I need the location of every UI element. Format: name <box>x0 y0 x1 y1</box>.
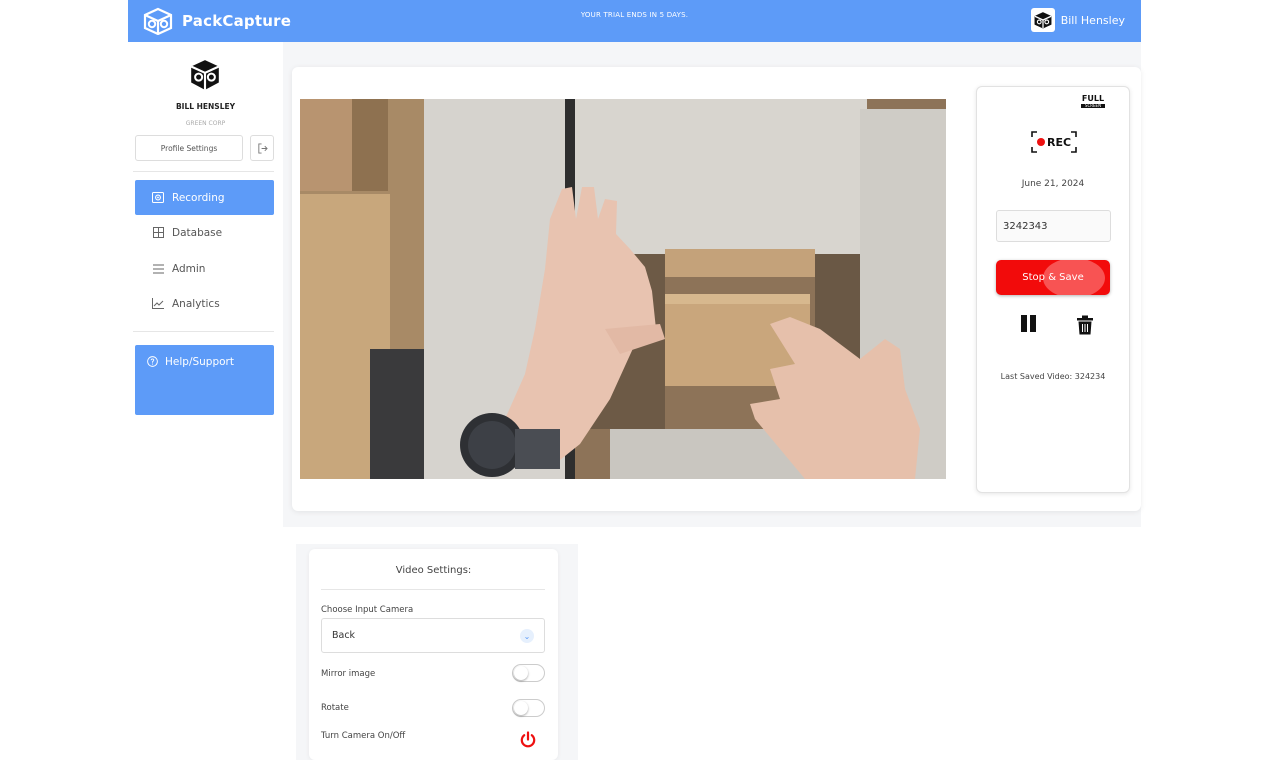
fullscreen-label: FULL <box>1081 94 1105 103</box>
camera-preview <box>300 99 946 479</box>
sidebar-item-label: Database <box>172 226 223 239</box>
camera-select[interactable]: Back ⌄ <box>321 618 545 653</box>
sidebar-item-label: Admin <box>172 262 206 275</box>
sidebar: BILL HENSLEY GREEN CORP Profile Settings… <box>128 42 283 527</box>
recorder-panel: FULL SCREEN REC June 21, 2024 Stop & Sav… <box>976 86 1130 493</box>
sidebar-item-label: Recording <box>172 191 225 204</box>
chart-icon <box>152 298 164 310</box>
mirror-image-label: Mirror image <box>321 669 376 679</box>
fullscreen-button[interactable]: FULL SCREEN <box>1081 95 1105 108</box>
profile-company: GREEN CORP <box>185 120 226 127</box>
fullscreen-sublabel: SCREEN <box>1081 104 1105 108</box>
logout-button[interactable] <box>250 135 274 161</box>
stop-save-button[interactable]: Stop & Save <box>996 260 1110 295</box>
pause-icon <box>1029 315 1036 332</box>
user-name: Bill Hensley <box>1060 13 1125 27</box>
camera-power-label: Turn Camera On/Off <box>321 731 406 741</box>
recording-dot <box>1037 138 1045 146</box>
power-icon <box>518 730 538 750</box>
sidebar-item-analytics[interactable]: Analytics <box>135 286 274 321</box>
rec-indicator: REC <box>1031 131 1077 153</box>
order-number-input[interactable] <box>996 210 1111 242</box>
avatar <box>1030 8 1055 32</box>
trash-icon <box>1077 315 1093 335</box>
logout-icon <box>257 142 268 154</box>
delete-button[interactable] <box>1076 315 1094 335</box>
pause-icon <box>1020 315 1027 332</box>
grid-icon <box>152 227 164 239</box>
stop-save-label: Stop & Save <box>1022 272 1084 283</box>
camera-frame-image <box>300 99 946 479</box>
help-label: Help/Support <box>165 356 234 368</box>
camera-power-button[interactable] <box>518 730 538 750</box>
camera-select-value: Back <box>332 630 356 641</box>
help-support-button[interactable]: Help/Support <box>135 345 274 415</box>
toggle-knob <box>514 701 528 715</box>
top-bar: PackCapture YOUR TRIAL ENDS IN 5 DAYS. B… <box>128 0 1141 42</box>
menu-icon <box>152 263 164 275</box>
rotate-toggle[interactable] <box>512 699 545 717</box>
help-icon <box>147 356 158 370</box>
user-menu[interactable]: Bill Hensley <box>1030 8 1125 32</box>
sidebar-item-label: Analytics <box>172 297 220 310</box>
divider <box>321 589 545 590</box>
divider <box>133 171 274 172</box>
pause-button[interactable] <box>1019 315 1037 333</box>
mirror-image-toggle[interactable] <box>512 664 545 682</box>
video-settings-card: Video Settings: Choose Input Camera Back… <box>309 549 558 760</box>
recording-date: June 21, 2024 <box>1021 179 1085 189</box>
divider <box>133 331 274 332</box>
profile-name: BILL HENSLEY <box>175 102 236 111</box>
box-logo-icon <box>1034 12 1052 29</box>
profile-settings-button[interactable]: Profile Settings <box>135 135 243 161</box>
rotate-label: Rotate <box>321 703 349 713</box>
trial-notice: YOUR TRIAL ENDS IN 5 DAYS. <box>580 11 689 19</box>
sidebar-item-recording[interactable]: Recording <box>135 180 274 215</box>
box-logo-icon <box>190 60 220 90</box>
camera-select-label: Choose Input Camera <box>321 605 414 615</box>
toggle-knob <box>514 666 528 680</box>
last-saved-video: Last Saved Video: 324234 <box>1000 372 1106 381</box>
sidebar-item-admin[interactable]: Admin <box>135 251 274 286</box>
rec-label: REC <box>1047 136 1072 149</box>
record-icon <box>152 192 164 204</box>
sidebar-item-database[interactable]: Database <box>135 215 274 250</box>
chevron-down-icon: ⌄ <box>520 629 534 643</box>
video-settings-title: Video Settings: <box>395 565 472 576</box>
